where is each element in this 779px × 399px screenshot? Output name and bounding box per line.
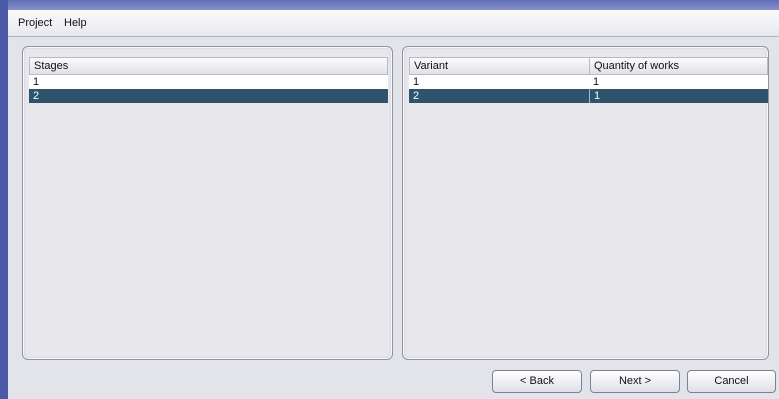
table-cell-variant: 2 <box>413 90 420 102</box>
variants-table-header: Variant Quantity of works <box>409 57 768 75</box>
stages-table: Stages 1 2 <box>29 57 388 103</box>
app-window: Project Help Stages 1 2 Variant Quantity… <box>8 0 779 399</box>
table-row-selected[interactable]: 2 <box>29 89 388 103</box>
table-cell-quantity: 1 <box>593 76 600 88</box>
table-row[interactable]: 1 1 <box>409 75 768 89</box>
variants-panel: Variant Quantity of works 1 1 2 1 <box>402 46 769 360</box>
table-cell-stage: 2 <box>33 90 40 102</box>
next-button[interactable]: Next > <box>590 370 680 393</box>
variants-table: Variant Quantity of works 1 1 2 1 <box>409 57 768 103</box>
table-cell-variant: 1 <box>413 76 420 88</box>
table-row[interactable]: 1 <box>29 75 388 89</box>
stages-table-header: Stages <box>29 57 388 75</box>
table-cell-stage: 1 <box>33 76 40 88</box>
title-bar <box>8 0 779 10</box>
table-row-selected[interactable]: 2 1 <box>409 89 768 103</box>
column-header-stages[interactable]: Stages <box>30 58 387 74</box>
back-button[interactable]: < Back <box>492 370 582 393</box>
menu-help[interactable]: Help <box>64 17 87 29</box>
stages-panel: Stages 1 2 <box>22 46 393 360</box>
column-header-variant[interactable]: Variant <box>410 58 589 74</box>
table-cell-quantity: 1 <box>589 89 768 103</box>
menu-project[interactable]: Project <box>18 17 52 29</box>
menu-bar: Project Help <box>8 10 779 37</box>
cancel-button[interactable]: Cancel <box>687 370 776 393</box>
column-header-quantity-of-works[interactable]: Quantity of works <box>589 58 767 74</box>
